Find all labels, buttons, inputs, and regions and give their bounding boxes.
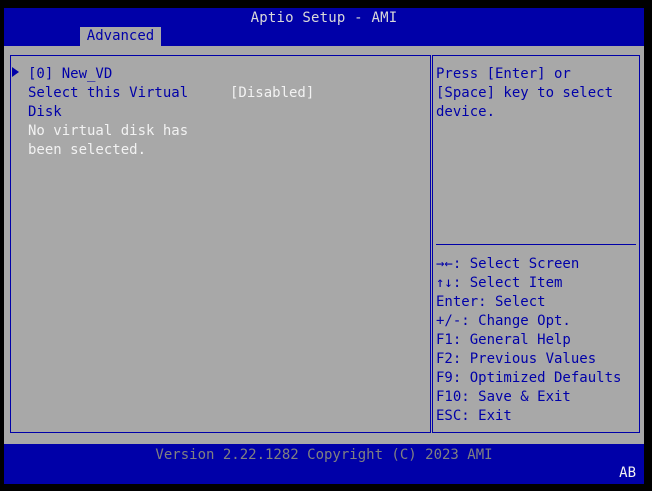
key-help-previous-values: F2: Previous Values xyxy=(436,351,597,367)
option-value[interactable]: [Disabled] xyxy=(230,84,314,103)
submenu-arrow-icon xyxy=(12,67,19,77)
help-description-line2: [Space] key to select xyxy=(436,85,614,101)
help-description-line1: Press [Enter] or xyxy=(436,66,571,82)
app-title: Aptio Setup - AMI xyxy=(250,10,398,26)
submenu-new-vd[interactable]: [0] New_VD xyxy=(28,65,112,84)
help-divider xyxy=(436,244,636,245)
info-text-line2: been selected. xyxy=(28,142,147,158)
settings-panel xyxy=(10,55,431,433)
help-description-line3: device. xyxy=(436,104,496,120)
key-help-change-opt: +/-: Change Opt. xyxy=(436,313,571,329)
key-help-general-help: F1: General Help xyxy=(436,332,571,348)
key-help-save-exit: F10: Save & Exit xyxy=(436,389,571,405)
title-bar: Aptio Setup - AMI Advanced xyxy=(4,8,644,46)
key-help-optimized-defaults: F9: Optimized Defaults xyxy=(436,370,622,386)
key-help-select-item: ↑↓: Select Item xyxy=(436,275,563,291)
option-label-line1[interactable]: Select this Virtual xyxy=(28,84,188,103)
main-area: [0] New_VD Select this Virtual [Disabled… xyxy=(4,46,644,444)
info-text-line1: No virtual disk has xyxy=(28,123,189,139)
key-help-enter: Enter: Select xyxy=(436,294,546,310)
key-help-esc-exit: ESC: Exit xyxy=(436,408,512,424)
tab-advanced[interactable]: Advanced xyxy=(80,27,161,46)
key-help-select-screen: →←: Select Screen xyxy=(436,256,580,272)
keyboard-indicator: AB xyxy=(619,465,636,481)
option-label-line2[interactable]: Disk xyxy=(28,103,62,122)
version-text: Version 2.22.1282 Copyright (C) 2023 AMI xyxy=(155,447,493,463)
footer-bar: Version 2.22.1282 Copyright (C) 2023 AMI… xyxy=(4,444,644,484)
